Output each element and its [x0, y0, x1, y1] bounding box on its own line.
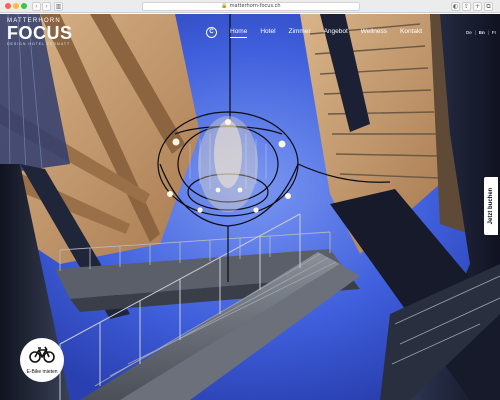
language-switcher: De | En | Fr [466, 30, 496, 35]
nav-wellness[interactable]: Wellness [361, 28, 387, 38]
tab-overview-icon[interactable]: ⧉ [484, 2, 493, 11]
main-nav: Home Hotel Zimmer Angebot Wellness Konta… [230, 28, 435, 38]
window-maximize-button[interactable] [21, 3, 27, 9]
logo-main: FOCUS [7, 23, 73, 43]
lang-de[interactable]: De [466, 30, 472, 35]
lang-separator: | [474, 30, 476, 35]
lang-en[interactable]: En [479, 30, 485, 35]
nav-home[interactable]: Home [230, 28, 248, 38]
lang-fr[interactable]: Fr [492, 30, 496, 35]
book-now-tab[interactable]: Jetzt buchen [484, 177, 498, 235]
address-bar[interactable]: 🔒 matterhorn-focus.ch [142, 2, 360, 11]
page-viewport: MATTERHORN FOCUS DESIGN HOTEL ZERMATT C … [0, 14, 500, 400]
site-logo[interactable]: MATTERHORN FOCUS DESIGN HOTEL ZERMATT [7, 18, 73, 46]
browser-toolbar: ‹ › ▥ 🔒 matterhorn-focus.ch ◐ ⇪ + ⧉ [0, 0, 500, 13]
new-tab-icon[interactable]: + [473, 2, 482, 11]
book-now-label: Jetzt buchen [488, 187, 494, 225]
share-icon[interactable]: ⇪ [462, 2, 471, 11]
url-text: matterhorn-focus.ch [229, 3, 281, 9]
window-close-button[interactable] [5, 3, 11, 9]
hero-image [0, 14, 500, 400]
nav-kontakt[interactable]: Kontakt [400, 28, 422, 38]
lock-icon: 🔒 [221, 3, 228, 9]
sidebar-toggle-icon[interactable]: ▥ [54, 2, 63, 11]
logo-sub: DESIGN HOTEL ZERMATT [7, 42, 71, 46]
nav-hotel[interactable]: Hotel [260, 28, 275, 38]
extension-icon[interactable]: ◐ [451, 2, 460, 11]
nav-angebot[interactable]: Angebot [324, 28, 348, 38]
nav-zimmer[interactable]: Zimmer [289, 28, 311, 38]
ebike-label: E-Bike mieten [26, 369, 58, 375]
emblem-icon[interactable]: C [206, 27, 217, 38]
browser-back-button[interactable]: ‹ [32, 2, 41, 11]
browser-forward-button[interactable]: › [42, 2, 51, 11]
ebike-rental-button[interactable]: E-Bike mieten [20, 338, 64, 382]
lang-separator: | [487, 30, 489, 35]
bicycle-icon [29, 346, 55, 363]
window-minimize-button[interactable] [13, 3, 19, 9]
